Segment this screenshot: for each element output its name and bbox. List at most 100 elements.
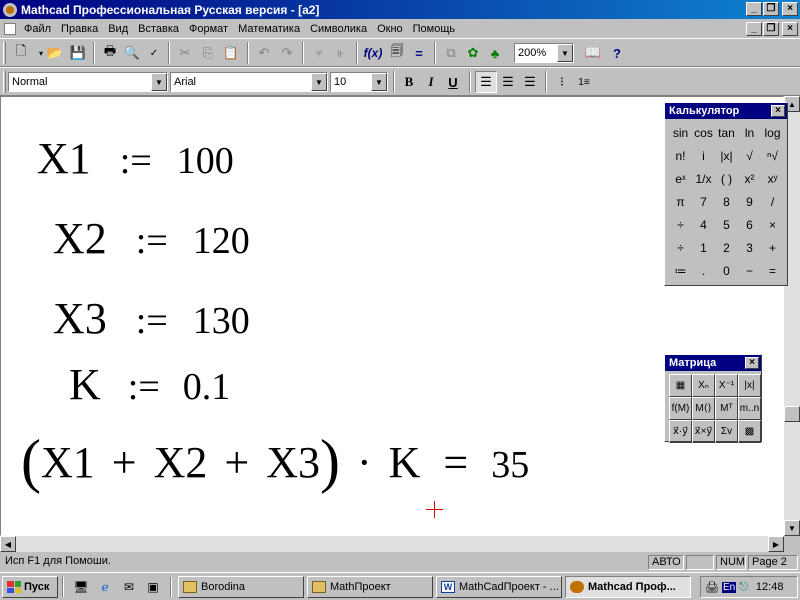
calculator-title-bar[interactable]: Калькулятор × <box>665 103 787 119</box>
bold-button[interactable]: B <box>398 71 420 93</box>
math-region-x3[interactable]: X3 := 130 <box>53 293 250 344</box>
calculator-key[interactable]: . <box>692 259 715 282</box>
matrix-key[interactable]: Mᵀ <box>715 397 738 420</box>
calculator-key[interactable]: eˣ <box>669 167 692 190</box>
zoom-select[interactable]: 200% ▼ <box>514 43 574 63</box>
calculator-key[interactable]: ≔ <box>669 259 692 282</box>
menu-window[interactable]: Окно <box>372 23 408 35</box>
tray-network-icon[interactable]: ⎋ <box>739 581 748 594</box>
calculator-key[interactable]: ÷ <box>669 213 692 236</box>
matrix-key[interactable]: f(M) <box>669 397 692 420</box>
chevron-down-icon[interactable]: ▼ <box>557 44 573 62</box>
menu-math[interactable]: Математика <box>233 23 305 35</box>
calculator-key[interactable]: 2 <box>715 236 738 259</box>
menu-insert[interactable]: Вставка <box>133 23 184 35</box>
calculator-key[interactable]: tan <box>715 121 738 144</box>
task-button-mathproject[interactable]: MathПроект <box>307 576 433 598</box>
menu-help[interactable]: Помощь <box>408 23 461 35</box>
numbered-list-icon[interactable]: 1≡ <box>573 71 595 93</box>
calculator-key[interactable]: × <box>761 213 784 236</box>
scroll-right-icon[interactable]: ▶ <box>768 536 784 552</box>
toolbar-grip[interactable] <box>3 71 6 93</box>
italic-button[interactable]: I <box>420 71 442 93</box>
insert-function-icon[interactable]: f(x) <box>362 42 384 64</box>
calculator-key[interactable]: π <box>669 190 692 213</box>
language-indicator[interactable]: En <box>721 581 737 593</box>
print-icon[interactable]: 🖶 <box>99 42 121 64</box>
calculator-key[interactable]: = <box>761 259 784 282</box>
calculator-key[interactable]: 0 <box>715 259 738 282</box>
chevron-down-icon[interactable]: ▼ <box>311 73 327 91</box>
math-region-x1[interactable]: X1 := 100 <box>37 133 234 184</box>
close-button[interactable]: × <box>782 2 798 16</box>
calculator-key[interactable]: + <box>761 236 784 259</box>
matrix-key[interactable]: Σv <box>715 420 738 443</box>
align-top-icon[interactable]: ⫧ <box>308 42 330 64</box>
calculator-key[interactable]: 5 <box>715 213 738 236</box>
tray-app-icon[interactable]: 🖨 <box>705 581 719 594</box>
calculator-key[interactable]: i <box>692 144 715 167</box>
align-right-icon[interactable]: ☰ <box>519 71 541 93</box>
toolbar-grip[interactable] <box>3 42 6 64</box>
close-icon[interactable]: × <box>745 357 759 369</box>
calculator-key[interactable]: 8 <box>715 190 738 213</box>
close-icon[interactable]: × <box>771 105 785 117</box>
calculator-key[interactable]: ⁿ√ <box>761 144 784 167</box>
menu-format[interactable]: Формат <box>184 23 233 35</box>
insert-component-icon[interactable]: ⧉ <box>440 42 462 64</box>
calculator-key[interactable]: − <box>738 259 761 282</box>
document-icon[interactable] <box>4 22 16 35</box>
scroll-left-icon[interactable]: ◀ <box>0 536 16 552</box>
calculator-key[interactable]: ( ) <box>715 167 738 190</box>
horizontal-scrollbar[interactable]: ◀ ▶ <box>0 536 784 552</box>
math-region-x2[interactable]: X2 := 120 <box>53 213 250 264</box>
calculator-key[interactable]: 4 <box>692 213 715 236</box>
style-select[interactable]: Normal ▼ <box>8 72 168 92</box>
matrix-key[interactable]: |x| <box>738 374 761 397</box>
calculator-key[interactable]: xʸ <box>761 167 784 190</box>
task-button-word[interactable]: W MathCadПроект - ... <box>436 576 562 598</box>
task-button-mathcad-active[interactable]: Mathcad Проф... <box>565 576 691 598</box>
matrix-key[interactable]: Xₙ <box>692 374 715 397</box>
matrix-key[interactable]: x⃗×y⃗ <box>692 420 715 443</box>
vertical-scroll-thumb[interactable] <box>784 406 800 422</box>
maximize-button[interactable]: ❐ <box>763 2 779 16</box>
matrix-key[interactable]: X⁻¹ <box>715 374 738 397</box>
spell-check-icon[interactable]: ✓ <box>143 42 165 64</box>
calculator-key[interactable]: 6 <box>738 213 761 236</box>
menu-symbolics[interactable]: Символика <box>305 23 372 35</box>
doc-close-button[interactable]: × <box>782 22 798 36</box>
underline-button[interactable]: U <box>442 71 464 93</box>
insert-unit-icon[interactable]: 🗐 <box>386 42 408 64</box>
task-button-borodina[interactable]: Borodina <box>178 576 304 598</box>
menu-edit[interactable]: Правка <box>56 23 103 35</box>
calculator-key[interactable]: cos <box>692 121 715 144</box>
paste-icon[interactable]: 📋 <box>220 42 242 64</box>
menu-view[interactable]: Вид <box>103 23 133 35</box>
matrix-title-bar[interactable]: Матрица × <box>665 355 761 371</box>
cut-icon[interactable]: ✂ <box>174 42 196 64</box>
calculator-key[interactable]: n! <box>669 144 692 167</box>
matrix-key[interactable]: ▩ <box>738 420 761 443</box>
calculator-key[interactable]: ÷ <box>669 236 692 259</box>
calculator-key[interactable]: 1 <box>692 236 715 259</box>
font-size-select[interactable]: 10 ▼ <box>330 72 388 92</box>
doc-minimize-button[interactable]: _ <box>746 22 762 36</box>
show-desktop-icon[interactable]: 🖥 <box>70 576 92 598</box>
start-button[interactable]: Пуск <box>2 576 58 598</box>
font-select[interactable]: Arial ▼ <box>170 72 328 92</box>
channels-icon[interactable]: ▣ <box>142 576 164 598</box>
chevron-down-icon[interactable]: ▼ <box>371 73 387 91</box>
matrix-key[interactable]: x⃗·y⃗ <box>669 420 692 443</box>
calculator-key[interactable]: log <box>761 121 784 144</box>
minimize-button[interactable]: _ <box>746 2 762 16</box>
open-folder-icon[interactable]: 📂 <box>44 42 66 64</box>
menu-file[interactable]: Файл <box>19 23 56 35</box>
undo-icon[interactable]: ↶ <box>253 42 275 64</box>
redo-icon[interactable]: ↷ <box>276 42 298 64</box>
doc-restore-button[interactable]: ❐ <box>763 22 779 36</box>
new-document-icon[interactable]: 🗋 <box>10 42 32 64</box>
matrix-key[interactable]: M⟨⟩ <box>692 397 715 420</box>
copy-icon[interactable]: ⎘ <box>197 42 219 64</box>
calculator-key[interactable]: x² <box>738 167 761 190</box>
